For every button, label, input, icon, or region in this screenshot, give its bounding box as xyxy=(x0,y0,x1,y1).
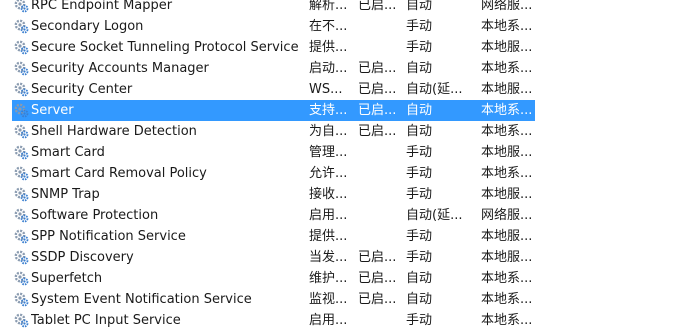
service-status: 已启... xyxy=(358,61,397,76)
service-description: 启动... xyxy=(309,61,348,76)
service-name: Server xyxy=(31,103,74,118)
service-status: 已启... xyxy=(358,0,397,13)
service-logon-as: 本地服... xyxy=(481,187,533,202)
service-logon-as: 本地系... xyxy=(481,166,533,181)
service-description: 启用... xyxy=(309,208,348,223)
service-description: 支持... xyxy=(309,103,348,118)
service-name: SSDP Discovery xyxy=(31,250,134,265)
gear-service-icon xyxy=(14,271,29,286)
service-logon-as: 本地系... xyxy=(481,61,533,76)
service-name: Security Accounts Manager xyxy=(31,61,209,76)
service-row[interactable]: System Event Notification Service 监视... … xyxy=(0,289,693,310)
service-name: Security Center xyxy=(31,82,133,97)
service-row[interactable]: Shell Hardware Detection 为自... 已启... 自动 … xyxy=(0,121,693,142)
service-row[interactable]: Server 支持... 已启... 自动 本地系... xyxy=(0,100,693,121)
service-description: 解析... xyxy=(309,0,348,13)
service-startup-type: 手动 xyxy=(406,250,433,265)
service-startup-type: 自动 xyxy=(406,0,433,13)
service-startup-type: 自动 xyxy=(406,103,433,118)
service-logon-as: 本地服... xyxy=(481,250,533,265)
services-list: RPC Endpoint Mapper 解析... 已启... 自动 网络服..… xyxy=(0,0,693,331)
service-name: SNMP Trap xyxy=(31,187,100,202)
service-row[interactable]: Smart Card 管理... 手动 本地服... xyxy=(0,142,693,163)
service-description: 监视... xyxy=(309,292,348,307)
service-row[interactable]: SSDP Discovery 当发... 已启... 手动 本地服... xyxy=(0,247,693,268)
service-startup-type: 手动 xyxy=(406,145,433,160)
service-logon-as: 本地服... xyxy=(481,145,533,160)
service-logon-as: 本地系... xyxy=(481,292,533,307)
service-description: 在不... xyxy=(309,19,348,34)
service-name: Superfetch xyxy=(31,271,103,286)
service-row[interactable]: SNMP Trap 接收... 手动 本地服... xyxy=(0,184,693,205)
gear-service-icon xyxy=(14,292,29,307)
service-logon-as: 本地系... xyxy=(481,124,533,139)
gear-service-icon xyxy=(14,40,29,55)
service-startup-type: 自动 xyxy=(406,271,433,286)
service-status: 已启... xyxy=(358,124,397,139)
service-description: 维护... xyxy=(309,271,348,286)
gear-service-icon xyxy=(14,145,29,160)
gear-service-icon xyxy=(14,187,29,202)
service-startup-type: 自动(延... xyxy=(406,82,463,97)
gear-service-icon xyxy=(14,103,29,118)
gear-service-icon xyxy=(14,19,29,34)
gear-service-icon xyxy=(14,208,29,223)
service-startup-type: 自动 xyxy=(406,292,433,307)
service-name: Software Protection xyxy=(31,208,159,223)
service-logon-as: 本地系... xyxy=(481,19,533,34)
service-status: 已启... xyxy=(358,82,397,97)
gear-service-icon xyxy=(14,229,29,244)
service-startup-type: 手动 xyxy=(406,187,433,202)
service-description: 接收... xyxy=(309,187,348,202)
service-name: SPP Notification Service xyxy=(31,229,186,244)
gear-service-icon xyxy=(14,0,29,13)
gear-service-icon xyxy=(14,250,29,265)
service-name: Smart Card Removal Policy xyxy=(31,166,207,181)
service-startup-type: 手动 xyxy=(406,19,433,34)
service-logon-as: 网络服... xyxy=(481,208,533,223)
service-status: 已启... xyxy=(358,292,397,307)
service-startup-type: 自动 xyxy=(406,61,433,76)
service-status: 已启... xyxy=(358,250,397,265)
service-description: 允许... xyxy=(309,166,348,181)
service-row[interactable]: SPP Notification Service 提供... 手动 本地服... xyxy=(0,226,693,247)
service-description: 提供... xyxy=(309,40,348,55)
service-logon-as: 本地系... xyxy=(481,271,533,286)
service-row[interactable]: Security Center WS... 已启... 自动(延... 本地服.… xyxy=(0,79,693,100)
service-row[interactable]: Secondary Logon 在不... 手动 本地系... xyxy=(0,16,693,37)
service-logon-as: 本地服... xyxy=(481,40,533,55)
service-row[interactable]: RPC Endpoint Mapper 解析... 已启... 自动 网络服..… xyxy=(0,0,693,16)
service-name: System Event Notification Service xyxy=(31,292,252,307)
gear-service-icon xyxy=(14,166,29,181)
service-startup-type: 手动 xyxy=(406,166,433,181)
service-logon-as: 本地服... xyxy=(481,82,533,97)
service-name: RPC Endpoint Mapper xyxy=(31,0,173,13)
service-description: WS... xyxy=(309,82,343,97)
service-description: 提供... xyxy=(309,229,348,244)
gear-service-icon xyxy=(14,61,29,76)
service-description: 当发... xyxy=(309,250,348,265)
gear-service-icon xyxy=(14,124,29,139)
service-logon-as: 本地服... xyxy=(481,229,533,244)
service-name: Secure Socket Tunneling Protocol Service xyxy=(31,40,299,55)
service-startup-type: 手动 xyxy=(406,40,433,55)
service-name: Smart Card xyxy=(31,145,105,160)
service-row[interactable]: Software Protection 启用... 自动(延... 网络服... xyxy=(0,205,693,226)
service-description: 为自... xyxy=(309,124,348,139)
service-logon-as: 网络服... xyxy=(481,0,533,13)
service-startup-type: 自动(延... xyxy=(406,208,463,223)
service-startup-type: 自动 xyxy=(406,124,433,139)
service-startup-type: 手动 xyxy=(406,229,433,244)
service-name: Shell Hardware Detection xyxy=(31,124,197,139)
service-logon-as: 本地系... xyxy=(481,103,533,118)
service-row[interactable]: Secure Socket Tunneling Protocol Service… xyxy=(0,37,693,58)
service-status: 已启... xyxy=(358,103,397,118)
service-description: 管理... xyxy=(309,145,348,160)
service-row[interactable]: Superfetch 维护... 已启... 自动 本地系... xyxy=(0,268,693,289)
service-name: Secondary Logon xyxy=(31,19,144,34)
service-row[interactable]: Security Accounts Manager 启动... 已启... 自动… xyxy=(0,58,693,79)
service-status: 已启... xyxy=(358,271,397,286)
service-row[interactable]: Smart Card Removal Policy 允许... 手动 本地系..… xyxy=(0,163,693,184)
gear-service-icon xyxy=(14,82,29,97)
